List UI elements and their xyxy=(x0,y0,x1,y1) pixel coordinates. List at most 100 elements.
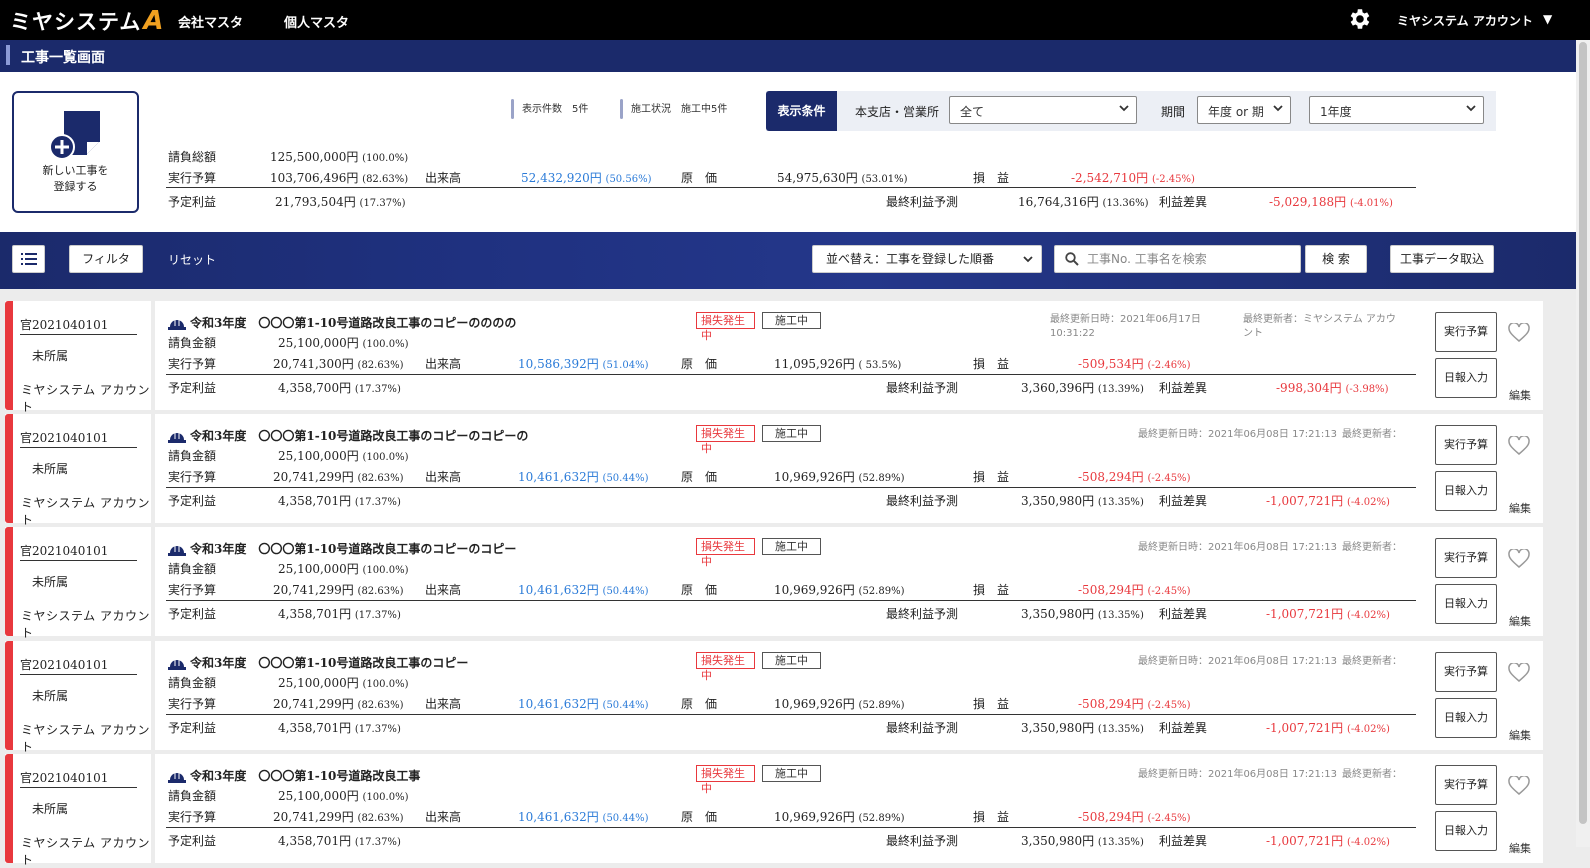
sort-select[interactable]: 並べ替え：工事を登録した順番 xyxy=(812,245,1042,273)
import-button[interactable]: 工事データ取込 xyxy=(1390,245,1494,273)
progress-amount[interactable]: 10,461,632円 (50.44%) xyxy=(518,808,648,825)
exec-budget-button[interactable]: 実行予算 xyxy=(1435,652,1497,692)
divider xyxy=(166,374,1416,375)
cost-amount: 10,969,926円 (52.89%) xyxy=(774,470,905,484)
project-row[interactable]: 官2021040101 未所属 ミヤシステム アカウント 令和3年度 〇〇〇第1… xyxy=(5,414,1543,527)
project-code[interactable]: 官2021040101 xyxy=(20,656,137,675)
project-title[interactable]: 令和3年度 〇〇〇第1-10号道路改良工事のコピーのコピーの xyxy=(168,427,528,444)
heart-icon[interactable] xyxy=(1508,436,1530,456)
progress-amount[interactable]: 10,461,632円 (50.44%) xyxy=(518,581,648,598)
edit-link[interactable]: 編集 xyxy=(1509,387,1531,403)
project-title[interactable]: 令和3年度 〇〇〇第1-10号道路改良工事のコピーのののの xyxy=(168,314,516,331)
project-dept: 未所属 xyxy=(32,689,69,703)
contract-label: 請負金額 xyxy=(168,449,217,463)
gear-icon[interactable] xyxy=(1346,6,1372,32)
budget-label: 実行予算 xyxy=(168,583,217,597)
project-code[interactable]: 官2021040101 xyxy=(20,429,137,448)
account-menu[interactable]: ミヤシステム アカウント xyxy=(1397,12,1533,29)
total-planned: 21,793,504円 (17.37%) xyxy=(275,195,406,209)
list-toolbar: フィルタ リセット 並べ替え：工事を登録した順番 検 索 工事データ取込 xyxy=(0,232,1576,289)
total-progress-label: 出来高 xyxy=(425,171,462,185)
logo-mark: A xyxy=(143,6,165,36)
budget-label: 実行予算 xyxy=(168,470,217,484)
progress-amount[interactable]: 10,461,632円 (50.44%) xyxy=(518,695,648,712)
exec-budget-button[interactable]: 実行予算 xyxy=(1435,425,1497,465)
final-amount: 3,350,980円 (13.35%) xyxy=(1021,834,1144,848)
project-code[interactable]: 官2021040101 xyxy=(20,316,137,335)
heart-icon[interactable] xyxy=(1508,663,1530,683)
contract-label: 請負金額 xyxy=(168,336,217,350)
reset-link[interactable]: リセット xyxy=(168,251,216,268)
daily-report-button[interactable]: 日報入力 xyxy=(1435,358,1497,398)
last-updater: 最終更新者： xyxy=(1342,429,1402,440)
period-type-select[interactable]: 年度 or 期 xyxy=(1197,96,1291,124)
nav-company-master[interactable]: 会社マスタ xyxy=(178,12,243,31)
chevron-down-icon xyxy=(1466,105,1476,112)
edit-link[interactable]: 編集 xyxy=(1509,613,1531,629)
loss-indicator xyxy=(5,641,13,750)
final-label: 最終利益予測 xyxy=(886,834,959,848)
contract-label: 請負金額 xyxy=(168,789,217,803)
count-value: 5件 xyxy=(572,104,589,115)
helmet-icon xyxy=(168,660,186,670)
project-title[interactable]: 令和3年度 〇〇〇第1-10号道路改良工事 xyxy=(168,767,420,784)
heart-icon[interactable] xyxy=(1508,776,1530,796)
search-button[interactable]: 検 索 xyxy=(1305,245,1367,273)
heart-icon[interactable] xyxy=(1508,549,1530,569)
daily-report-button[interactable]: 日報入力 xyxy=(1435,471,1497,511)
diff-amount: -1,007,721円 (-4.02%) xyxy=(1266,494,1390,508)
contract-amount: 25,100,000円 (100.0%) xyxy=(278,562,409,576)
final-label: 最終利益予測 xyxy=(886,494,959,508)
heart-icon[interactable] xyxy=(1508,323,1530,343)
edit-link[interactable]: 編集 xyxy=(1509,727,1531,743)
progress-label: 出来高 xyxy=(425,357,462,371)
progress-amount[interactable]: 10,461,632円 (50.44%) xyxy=(518,468,648,485)
status-tag: 施工中 xyxy=(762,425,821,442)
cost-amount: 10,969,926円 (52.89%) xyxy=(774,697,905,711)
plus-document-icon xyxy=(50,111,100,159)
search-field[interactable] xyxy=(1054,245,1301,273)
planned-label: 予定利益 xyxy=(168,721,217,735)
period-value-select[interactable]: 1年度 xyxy=(1309,96,1484,124)
project-code[interactable]: 官2021040101 xyxy=(20,769,137,788)
daily-report-button[interactable]: 日報入力 xyxy=(1435,584,1497,624)
menu-list-button[interactable] xyxy=(12,245,45,273)
search-input[interactable] xyxy=(1087,250,1292,268)
pl-label: 損 益 xyxy=(973,470,1010,484)
chevron-down-icon[interactable]: ▼ xyxy=(1543,12,1552,26)
nav-person-master[interactable]: 個人マスタ xyxy=(284,12,349,31)
project-title[interactable]: 令和3年度 〇〇〇第1-10号道路改良工事のコピー xyxy=(168,654,468,671)
app-logo[interactable]: ミヤシステムA xyxy=(10,6,165,36)
exec-budget-button[interactable]: 実行予算 xyxy=(1435,312,1497,352)
divider xyxy=(166,714,1416,715)
loss-tag: 損失発生中 xyxy=(696,312,755,342)
budget-amount: 20,741,299円 (82.63%) xyxy=(273,697,404,711)
cost-amount: 10,969,926円 (52.89%) xyxy=(774,583,905,597)
project-meta: 官2021040101 未所属 ミヤシステム アカウント xyxy=(13,641,155,754)
daily-report-button[interactable]: 日報入力 xyxy=(1435,811,1497,851)
project-row[interactable]: 官2021040101 未所属 ミヤシステム アカウント 令和3年度 〇〇〇第1… xyxy=(5,641,1543,754)
new-project-button[interactable]: 新しい工事を 登録する xyxy=(12,91,139,213)
planned-amount: 4,358,701円 (17.37%) xyxy=(278,607,401,621)
project-title[interactable]: 令和3年度 〇〇〇第1-10号道路改良工事のコピーのコピー xyxy=(168,540,516,557)
project-row[interactable]: 官2021040101 未所属 ミヤシステム アカウント 令和3年度 〇〇〇第1… xyxy=(5,301,1543,414)
total-planned-label: 予定利益 xyxy=(168,195,217,209)
scrollbar-thumb[interactable] xyxy=(1579,42,1587,824)
diff-label: 利益差異 xyxy=(1159,607,1208,621)
last-updater: 最終更新者： xyxy=(1342,769,1402,780)
project-meta: 官2021040101 未所属 ミヤシステム アカウント xyxy=(13,414,155,527)
filter-button[interactable]: フィルタ xyxy=(69,245,143,273)
total-progress[interactable]: 52,432,920円 (50.56%) xyxy=(521,169,651,186)
edit-link[interactable]: 編集 xyxy=(1509,840,1531,856)
exec-budget-button[interactable]: 実行予算 xyxy=(1435,765,1497,805)
project-code[interactable]: 官2021040101 xyxy=(20,542,137,561)
cost-amount: 11,095,926円 ( 53.5%) xyxy=(774,357,902,371)
edit-link[interactable]: 編集 xyxy=(1509,500,1531,516)
summary-panel: 新しい工事を 登録する 表示件数 5件 施工状況 施工中5件 表示条件 本支店・… xyxy=(0,72,1576,232)
daily-report-button[interactable]: 日報入力 xyxy=(1435,698,1497,738)
branch-select[interactable]: 全て xyxy=(949,96,1137,124)
progress-amount[interactable]: 10,586,392円 (51.04%) xyxy=(518,355,648,372)
project-row[interactable]: 官2021040101 未所属 ミヤシステム アカウント 令和3年度 〇〇〇第1… xyxy=(5,527,1543,640)
exec-budget-button[interactable]: 実行予算 xyxy=(1435,538,1497,578)
page-title-bar: 工事一覧画面 xyxy=(0,40,1576,72)
